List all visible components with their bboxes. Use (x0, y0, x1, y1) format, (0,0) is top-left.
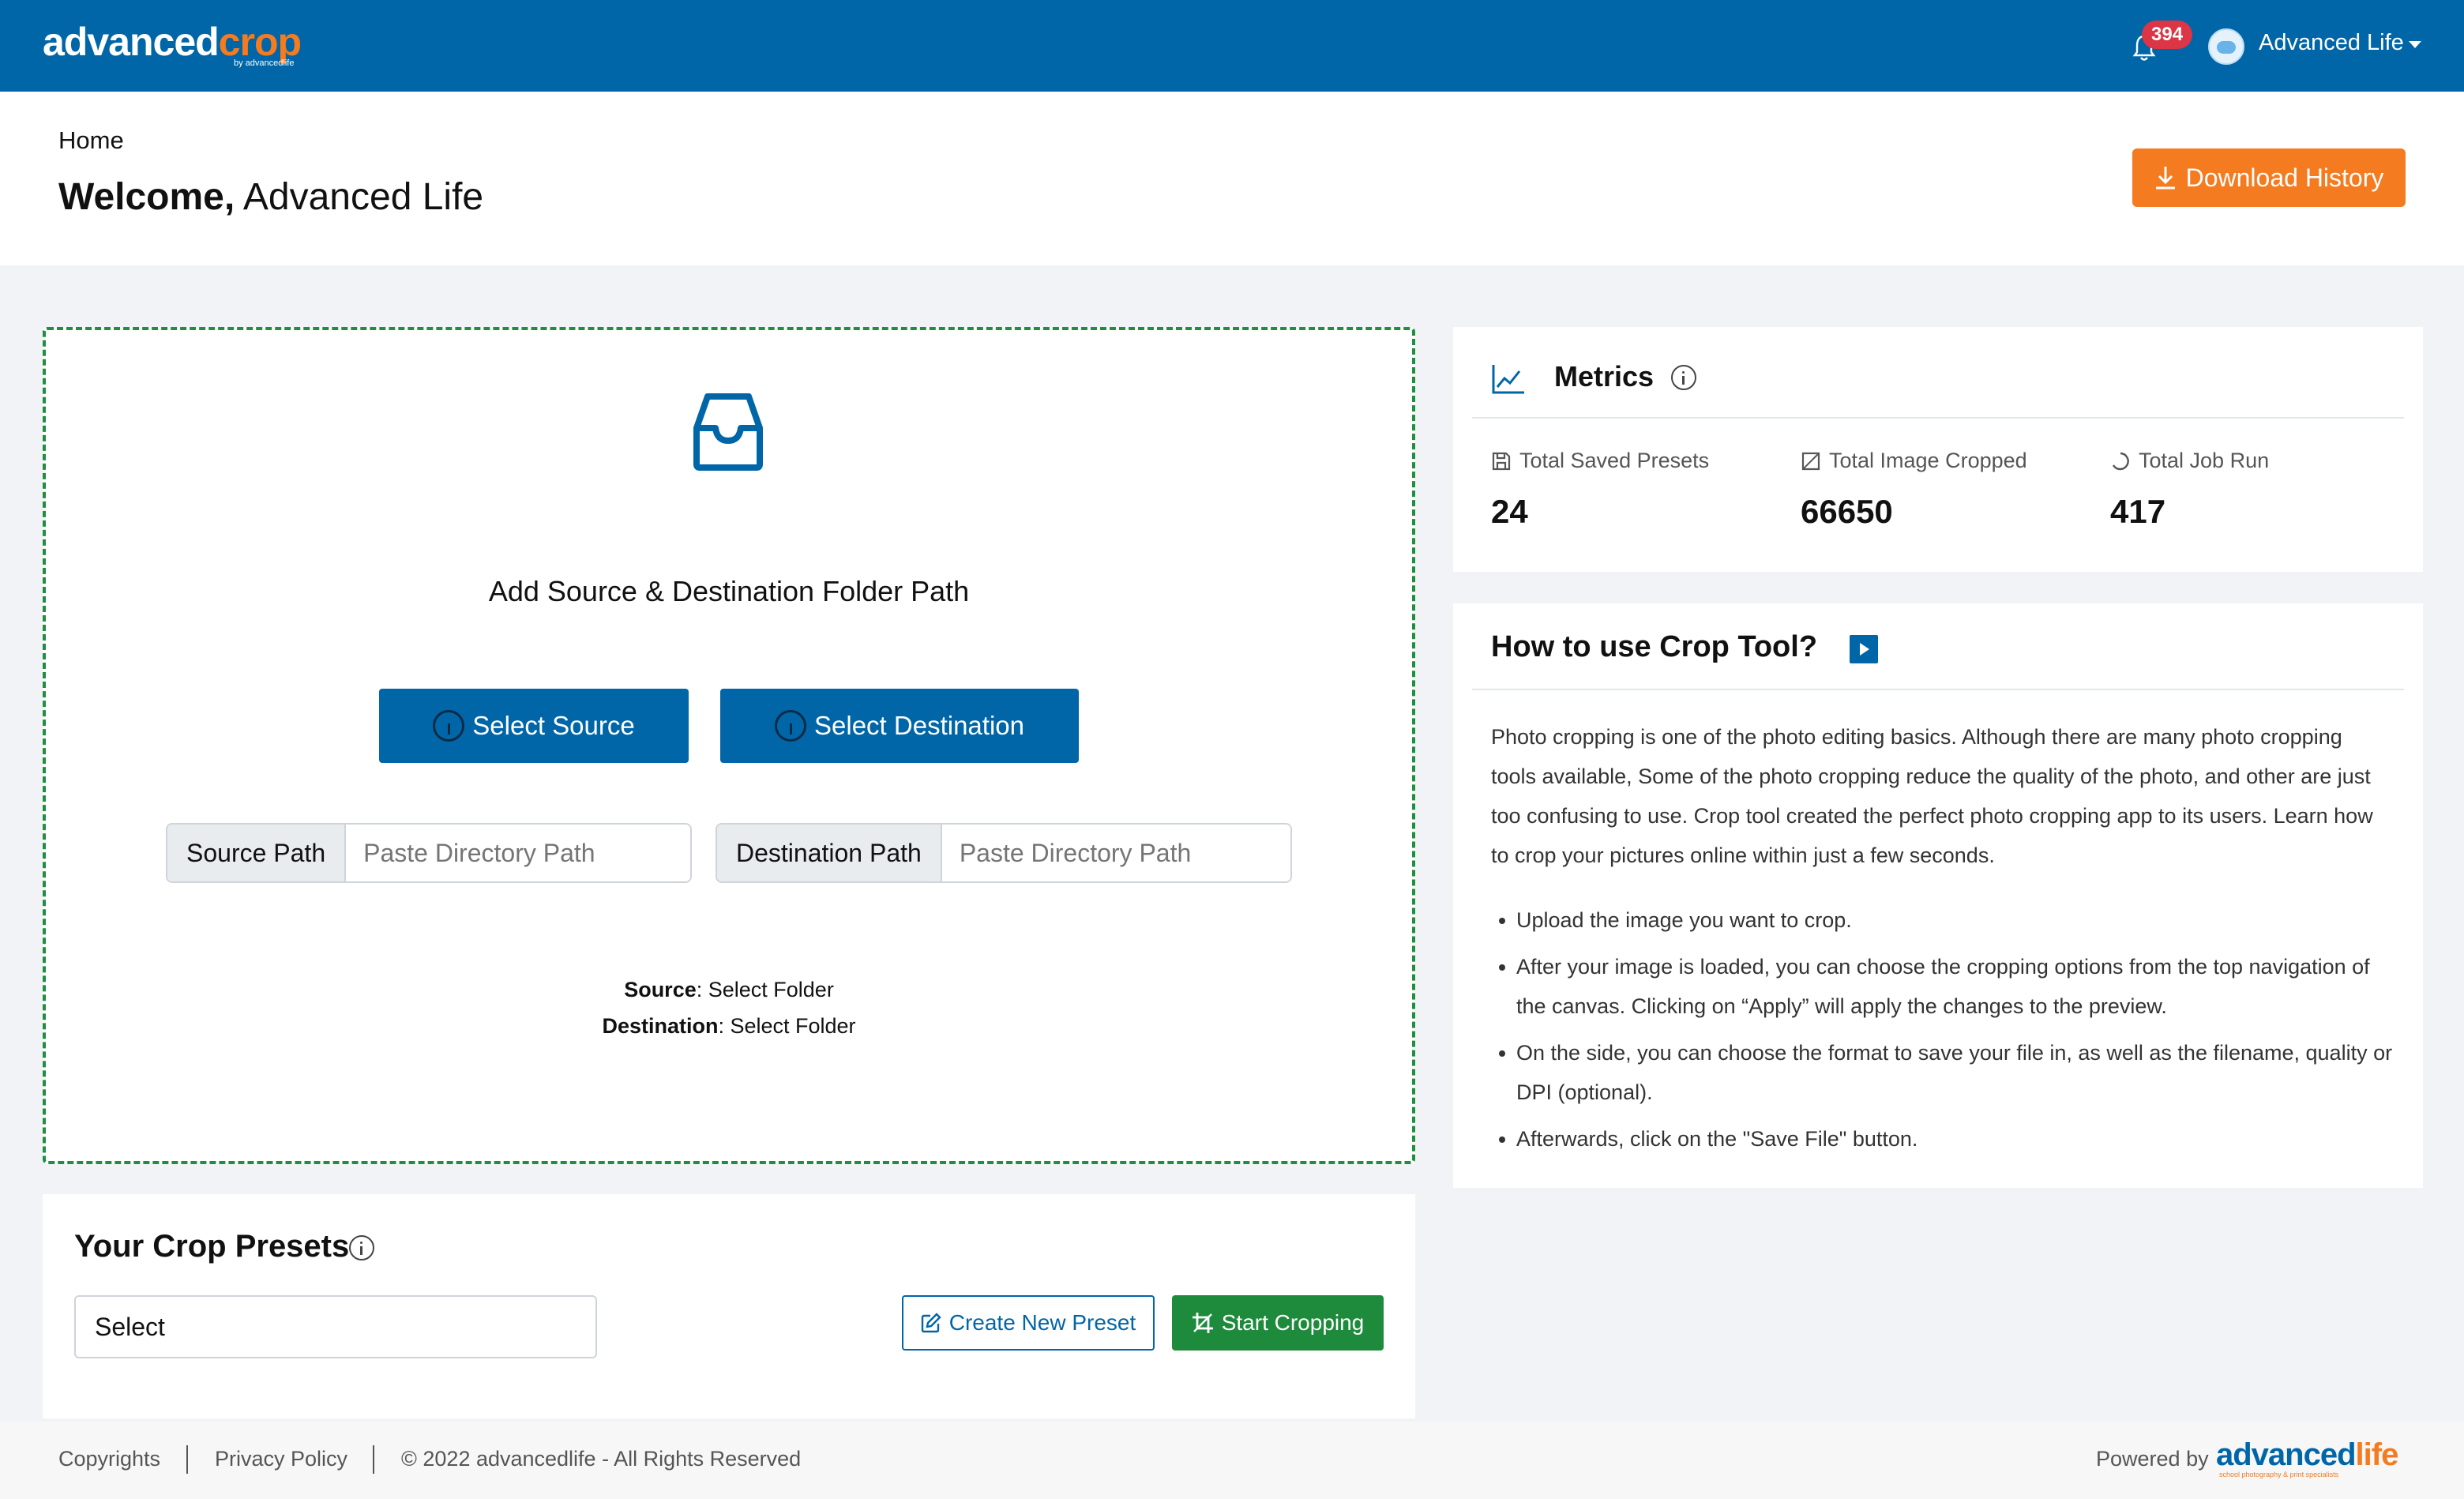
powered-by-label: Powered by (2096, 1447, 2209, 1471)
how-to-steps: Upload the image you want to crop. After… (1491, 900, 2399, 1166)
copyright-notice: © 2022 advancedlife - All Rights Reserve… (401, 1447, 802, 1471)
metrics-title: Metrics (1554, 360, 1655, 393)
brand-main: advanced (2216, 1437, 2357, 1472)
how-to-description: Photo cropping is one of the photo editi… (1491, 725, 2373, 867)
welcome-label: Welcome, (58, 176, 235, 218)
copyrights-link[interactable]: Copyrights (58, 1447, 160, 1471)
source-path-input[interactable] (346, 825, 690, 881)
destination-summary-label: Destination (602, 1014, 719, 1038)
divider (1472, 417, 2404, 419)
preset-select-value: Select (95, 1312, 165, 1341)
dropzone-title: Add Source & Destination Folder Path (488, 575, 970, 607)
inbox-icon (693, 393, 763, 471)
welcome-user-name: Advanced Life (242, 176, 484, 218)
notification-badge: 394 (2142, 21, 2193, 49)
select-destination-button[interactable]: Select Destination (720, 689, 1079, 763)
how-to-title: How to use Crop Tool? (1491, 630, 1818, 663)
metric-label-text: Total Saved Presets (1519, 449, 1710, 472)
edit-icon (921, 1313, 941, 1333)
destination-summary: Destination: Select Folder (0, 1008, 1458, 1044)
info-icon (433, 710, 465, 742)
info-icon[interactable] (1671, 365, 1696, 390)
create-new-preset-label: Create New Preset (948, 1310, 1136, 1335)
metric-value-job-run: 417 (2110, 493, 2166, 530)
create-new-preset-button[interactable]: Create New Preset (902, 1295, 1155, 1351)
source-summary: Source: Select Folder (0, 971, 1458, 1008)
start-cropping-button[interactable]: Start Cropping (1172, 1295, 1384, 1351)
select-destination-label: Select Destination (814, 711, 1024, 740)
chevron-down-icon[interactable] (2409, 41, 2421, 48)
destination-path-input[interactable] (941, 825, 1290, 881)
brand-tagline: school photography & print specialists (2219, 1471, 2339, 1478)
image-icon (1801, 452, 1820, 470)
source-summary-value: : Select Folder (696, 978, 834, 1001)
metric-label-text: Total Image Cropped (1829, 449, 2027, 472)
logo-text-accent: crop (218, 20, 302, 64)
info-icon (775, 710, 806, 742)
start-cropping-label: Start Cropping (1221, 1310, 1365, 1335)
footer (0, 1422, 2464, 1499)
app-logo[interactable]: advancedcrop by advancedlife (43, 19, 302, 71)
list-item: After your image is loaded, you can choo… (1491, 947, 2399, 1026)
list-item: Afterwards, click on the "Save File" but… (1491, 1119, 2399, 1159)
metric-label-text: Total Job Run (2139, 449, 2270, 472)
destination-path-label: Destination Path (717, 825, 942, 881)
metric-label-saved-presets: Total Saved Presets (1491, 449, 1709, 473)
metric-label-job-run: Total Job Run (2110, 449, 2269, 473)
select-source-label: Select Source (472, 711, 635, 740)
preset-select[interactable]: Select (74, 1295, 597, 1358)
logo-subtext: by advancedlife (234, 58, 295, 68)
breadcrumb[interactable]: Home (58, 126, 124, 155)
brand-accent: life (2355, 1437, 2399, 1472)
source-path-group: Source Path (166, 823, 692, 883)
download-icon (2155, 167, 2175, 190)
save-icon (1492, 452, 1511, 470)
select-source-button[interactable]: Select Source (379, 689, 689, 763)
privacy-policy-link[interactable]: Privacy Policy (215, 1447, 347, 1471)
top-navbar (0, 0, 2464, 92)
destination-path-group: Destination Path (716, 823, 1292, 883)
download-history-button[interactable]: Download History (2132, 148, 2406, 207)
footer-divider (186, 1445, 188, 1474)
user-avatar[interactable] (2208, 28, 2244, 65)
source-path-label: Source Path (167, 825, 347, 881)
line-chart-icon (1492, 365, 1524, 394)
user-menu-name[interactable]: Advanced Life (2259, 30, 2404, 56)
crop-icon (1192, 1313, 1213, 1333)
page-title: Welcome, Advanced Life (58, 175, 483, 219)
divider (1472, 689, 2404, 690)
footer-divider (373, 1445, 374, 1474)
info-icon[interactable] (349, 1235, 374, 1260)
source-summary-label: Source (624, 978, 697, 1001)
metric-label-images-cropped: Total Image Cropped (1801, 449, 2027, 473)
play-icon[interactable] (1850, 635, 1878, 663)
destination-summary-value: : Select Folder (718, 1014, 856, 1038)
metric-value-images-cropped: 66650 (1801, 493, 1893, 530)
advancedlife-logo[interactable]: advancedlife (2216, 1437, 2398, 1473)
list-item: Upload the image you want to crop. (1491, 900, 2399, 940)
list-item: On the side, you can choose the format t… (1491, 1033, 2399, 1112)
logo-text-main: advanced (43, 20, 220, 64)
download-history-label: Download History (2185, 163, 2384, 192)
crop-presets-title: Your Crop Presets (74, 1229, 350, 1264)
spinner-icon (2112, 452, 2129, 470)
metric-value-saved-presets: 24 (1491, 493, 1528, 530)
